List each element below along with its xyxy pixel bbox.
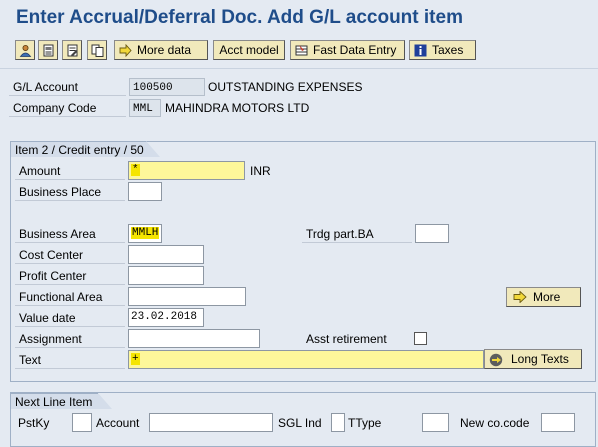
more-button-label: More <box>533 290 561 304</box>
person-icon <box>19 44 32 57</box>
gl-account-value: 100500 <box>129 78 205 96</box>
amount-label: Amount <box>15 162 125 180</box>
business-area-label: Business Area <box>15 225 125 243</box>
document-edit-button[interactable] <box>62 40 82 60</box>
functional-area-label: Functional Area <box>15 288 125 306</box>
amount-input[interactable]: * <box>128 161 245 180</box>
business-place-input[interactable] <box>128 182 162 201</box>
entry-grid-icon <box>295 44 308 57</box>
sgl-ind-input[interactable] <box>331 413 345 432</box>
document-overview-button[interactable] <box>38 40 58 60</box>
profit-center-input[interactable] <box>128 266 204 285</box>
pstky-input[interactable] <box>72 413 92 432</box>
next-line-item-title: Next Line Item <box>10 393 112 409</box>
acct-model-label: Acct model <box>219 43 279 57</box>
text-input[interactable]: + <box>128 350 484 369</box>
fast-data-entry-button[interactable]: Fast Data Entry <box>290 40 405 60</box>
currency-text: INR <box>250 164 271 178</box>
taxes-label: Taxes <box>432 43 464 57</box>
business-area-input[interactable]: MMLH <box>128 224 162 243</box>
copy-pages-button[interactable] <box>87 40 107 60</box>
gl-account-description: OUTSTANDING EXPENSES <box>208 80 363 94</box>
page-title: Enter Accrual/Deferral Doc. Add G/L acco… <box>16 7 463 28</box>
taxes-button[interactable]: Taxes <box>409 40 476 60</box>
assignment-input[interactable] <box>128 329 260 348</box>
asst-retirement-checkbox[interactable] <box>414 332 427 345</box>
value-date-label: Value date <box>15 309 125 327</box>
more-data-button[interactable]: More data <box>114 40 208 60</box>
text-edit-icon <box>489 353 505 367</box>
company-code-value: MML <box>129 99 161 117</box>
person-button[interactable] <box>15 40 35 60</box>
company-code-label: Company Code <box>9 99 126 117</box>
business-place-label: Business Place <box>15 183 125 201</box>
account-label: Account <box>96 416 140 430</box>
arrow-right-icon <box>513 290 527 304</box>
arrow-right-icon <box>119 43 132 57</box>
cost-center-input[interactable] <box>128 245 204 264</box>
value-date-input[interactable]: 23.02.2018 <box>128 308 204 327</box>
cost-center-label: Cost Center <box>15 246 125 264</box>
asst-retirement-label: Asst retirement <box>302 330 412 348</box>
acct-model-button[interactable]: Acct model <box>213 40 285 60</box>
long-texts-label: Long Texts <box>511 352 569 366</box>
assignment-label: Assignment <box>15 330 125 348</box>
new-co-code-label: New co.code <box>460 416 530 430</box>
gl-account-label: G/L Account <box>9 78 126 96</box>
text-label: Text <box>15 351 125 369</box>
ttype-label: TType <box>348 416 382 430</box>
application-toolbar: More data Acct model Fast Data Entry Tax… <box>0 36 598 64</box>
document-overview-icon <box>42 44 55 57</box>
functional-area-input[interactable] <box>128 287 246 306</box>
pstky-label: PstKy <box>18 416 50 430</box>
item-section-title: Item 2 / Credit entry / 50 <box>10 141 160 157</box>
toolbar-separator <box>0 68 598 69</box>
fast-data-entry-label: Fast Data Entry <box>313 43 397 57</box>
trdg-part-ba-label: Trdg part.BA <box>302 225 412 243</box>
long-texts-button[interactable]: Long Texts <box>484 349 582 369</box>
company-code-description: MAHINDRA MOTORS LTD <box>165 101 310 115</box>
profit-center-label: Profit Center <box>15 267 125 285</box>
copy-pages-icon <box>91 44 104 57</box>
title-bar: Enter Accrual/Deferral Doc. Add G/L acco… <box>0 0 598 36</box>
account-input[interactable] <box>149 413 273 432</box>
sgl-ind-label: SGL Ind <box>278 416 322 430</box>
ttype-input[interactable] <box>422 413 449 432</box>
more-data-label: More data <box>137 43 192 57</box>
document-edit-icon <box>66 44 79 57</box>
more-button[interactable]: More <box>506 287 581 307</box>
amount-value: * <box>131 164 140 176</box>
new-co-code-input[interactable] <box>541 413 575 432</box>
business-area-value: MMLH <box>131 227 160 239</box>
trdg-part-ba-input[interactable] <box>415 224 449 243</box>
info-icon <box>414 44 427 57</box>
text-value: + <box>131 353 140 365</box>
